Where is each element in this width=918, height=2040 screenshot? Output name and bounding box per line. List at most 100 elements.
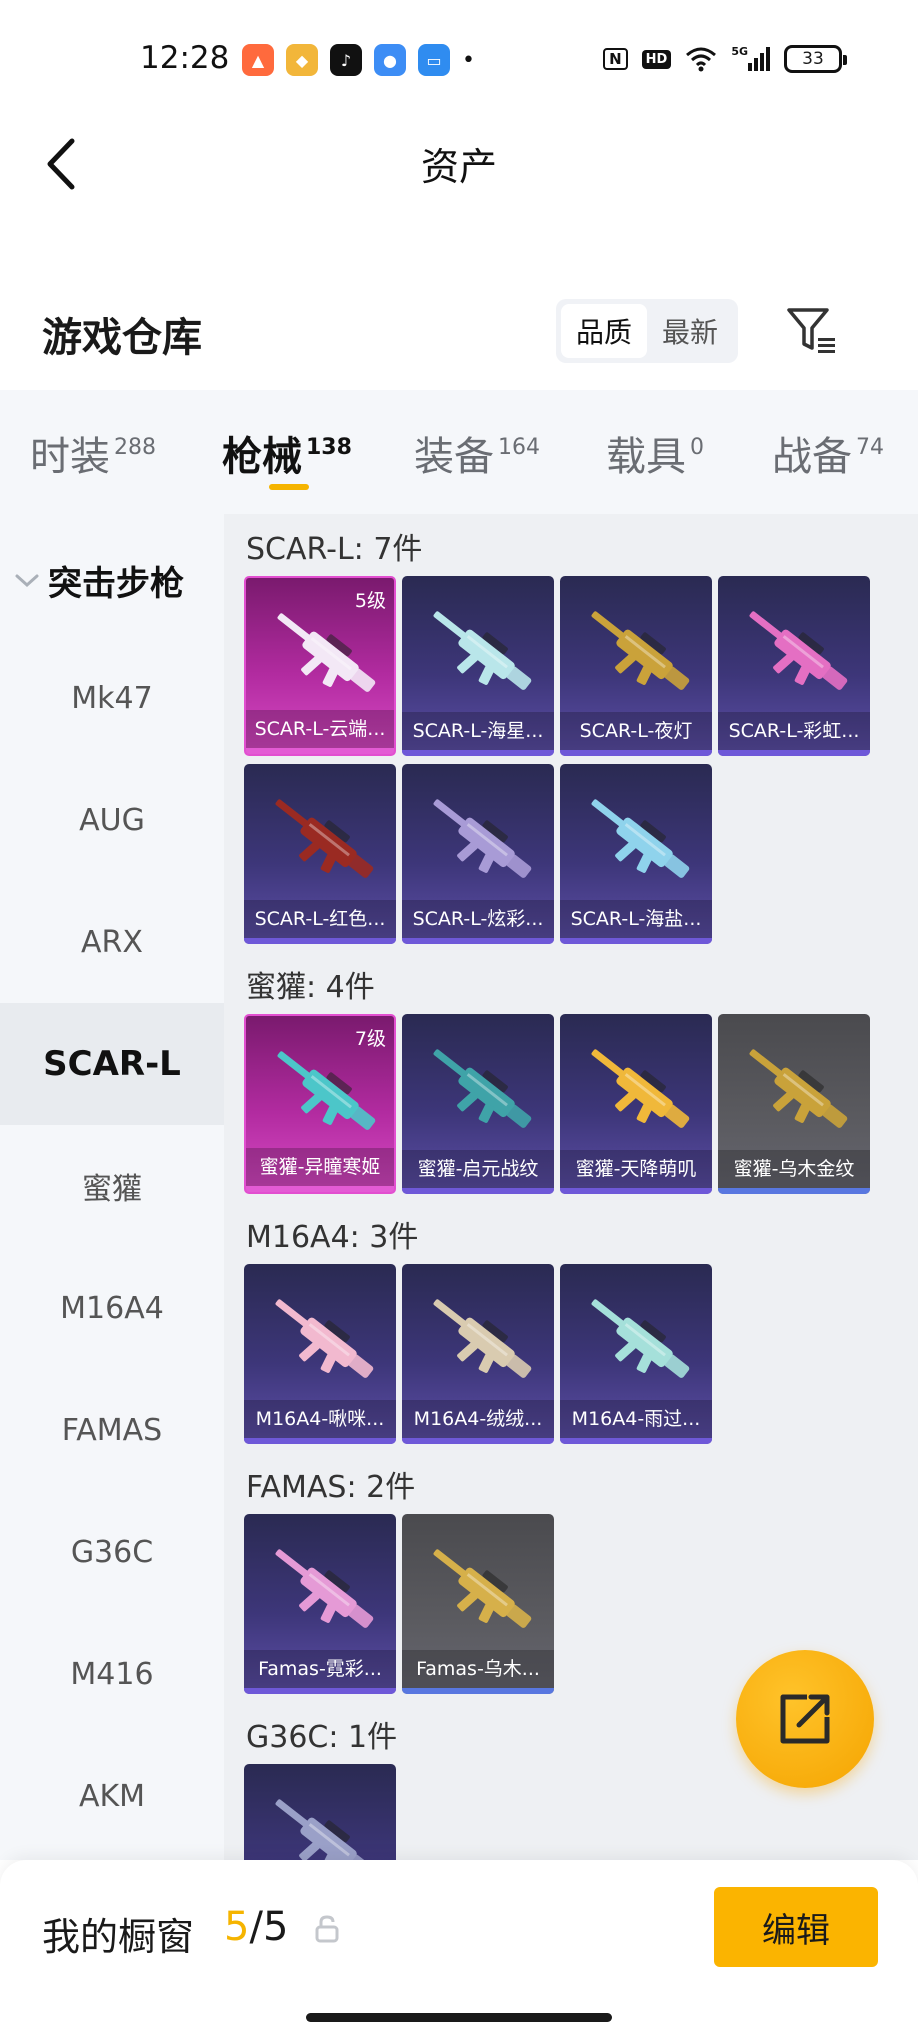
- section-title: FAMAS: 2件: [246, 1470, 416, 1505]
- lock-icon: [315, 1915, 339, 1943]
- rifle-icon: [749, 1049, 848, 1128]
- back-button[interactable]: [36, 134, 86, 194]
- sort-option-quality[interactable]: 品质: [561, 304, 647, 358]
- rifle-icon: [277, 613, 376, 692]
- rifle-icon: [275, 799, 374, 878]
- showcase-bar: 我的橱窗 5/5 编辑: [0, 1860, 918, 2040]
- weapon-skin-name: SCAR-L-海盐...: [560, 900, 712, 938]
- chevron-down-icon: [15, 574, 39, 587]
- weapon-skin-card[interactable]: SCAR-L-海星...: [402, 576, 554, 756]
- filter-icon: [787, 308, 835, 353]
- rifle-icon: [275, 1549, 374, 1628]
- weapon-skin-name: M16A4-绒绒...: [402, 1400, 554, 1438]
- weapon-skin-card[interactable]: SCAR-L-夜灯: [560, 576, 712, 756]
- weapon-skin-card[interactable]: M16A4-啾咪...: [244, 1264, 396, 1444]
- home-indicator[interactable]: [306, 2013, 612, 2022]
- rifle-icon: [591, 799, 690, 878]
- filter-button[interactable]: [784, 303, 840, 359]
- weapon-skin-card[interactable]: 蜜獾-启元战纹: [402, 1014, 554, 1194]
- weapon-skin-card[interactable]: 7级蜜獾-异瞳寒姬: [244, 1014, 396, 1194]
- weapon-skin-name: 蜜獾-启元战纹: [402, 1150, 554, 1188]
- tab-firearms[interactable]: 枪械 138: [222, 424, 352, 482]
- tab-supplies[interactable]: 战备 74: [772, 424, 884, 482]
- warehouse-title: 游戏仓库: [42, 315, 202, 361]
- weapon-skin-card[interactable]: M16A4-绒绒...: [402, 1264, 554, 1444]
- share-icon: [780, 1694, 830, 1744]
- sidebar-item-m416[interactable]: M416: [0, 1613, 224, 1735]
- weapon-skin-card[interactable]: 蜜獾-天降萌叽: [560, 1014, 712, 1194]
- weapon-skin-name: SCAR-L-炫彩...: [402, 900, 554, 938]
- cloud-icon: ●: [374, 44, 406, 76]
- level-badge: 7级: [354, 1028, 386, 1050]
- rifle-icon: [591, 1049, 690, 1128]
- weapon-skin-name: 蜜獾-异瞳寒姬: [246, 1148, 394, 1186]
- sidebar-item-honey-badger[interactable]: 蜜獾: [0, 1125, 224, 1247]
- weapon-skin-name: Famas-乌木...: [402, 1650, 554, 1688]
- wifi-icon: [685, 44, 717, 74]
- status-app-icons: ▲ ◆ ♪ ● ▭ •: [242, 44, 475, 76]
- weapon-skin-card[interactable]: SCAR-L-彩虹...: [718, 576, 870, 756]
- page-title: 资产: [420, 145, 497, 189]
- sidebar-item-g36c[interactable]: G36C: [0, 1491, 224, 1613]
- weapon-type-sidebar: 突击步枪 Mk47 AUG ARX SCAR-L 蜜獾 M16A4 FAMAS …: [0, 514, 224, 1860]
- section-title: 蜜獾: 4件: [246, 970, 375, 1005]
- rifle-icon: [277, 1051, 376, 1130]
- rifle-icon: [275, 1299, 374, 1378]
- sidebar-item-akm[interactable]: AKM: [0, 1735, 224, 1857]
- game-icon: ▲: [242, 44, 274, 76]
- rifle-icon: [749, 611, 848, 690]
- sidebar-item-m16a4[interactable]: M16A4: [0, 1247, 224, 1369]
- more-dot-icon: •: [462, 47, 475, 73]
- weapon-skin-name: SCAR-L-云端...: [246, 710, 394, 748]
- sidebar-item-famas[interactable]: FAMAS: [0, 1369, 224, 1491]
- tiktok-icon: ♪: [330, 44, 362, 76]
- weapon-skin-name: SCAR-L-海星...: [402, 712, 554, 750]
- weapon-skin-name: SCAR-L-彩虹...: [718, 712, 870, 750]
- edit-button[interactable]: 编辑: [714, 1887, 878, 1967]
- rifle-icon: [591, 1299, 690, 1378]
- section-title: SCAR-L: 7件: [246, 532, 423, 567]
- sort-toggle: 品质 最新: [556, 299, 738, 363]
- app-icon: ◆: [286, 44, 318, 76]
- rifle-icon: [433, 1299, 532, 1378]
- weapon-skin-name: M16A4-雨过...: [560, 1400, 712, 1438]
- sidebar-item-aug[interactable]: AUG: [0, 759, 224, 881]
- status-time: 12:28: [140, 40, 230, 76]
- weapon-skin-card[interactable]: SCAR-L-海盐...: [560, 764, 712, 944]
- weapon-skin-name: 蜜獾-乌木金纹: [718, 1150, 870, 1188]
- rifle-icon: [433, 611, 532, 690]
- weapon-skin-card[interactable]: 5级 SCAR-L-云端...: [244, 576, 396, 756]
- rifle-icon: [591, 611, 690, 690]
- tab-vehicles[interactable]: 载具 0: [606, 424, 704, 482]
- title-bar: 资产: [0, 122, 918, 202]
- weapon-skin-card[interactable]: SCAR-L-红色...: [244, 764, 396, 944]
- weapon-skin-name: SCAR-L-夜灯: [560, 712, 712, 750]
- sidebar-item-arx[interactable]: ARX: [0, 881, 224, 1003]
- weapon-skin-card[interactable]: SCAR-L-炫彩...: [402, 764, 554, 944]
- category-tabs: 时装 288 枪械 138 装备 164 载具 0 战备 74: [0, 390, 918, 514]
- weapon-skin-name: Famas-霓彩...: [244, 1650, 396, 1688]
- rifle-icon: [433, 1049, 532, 1128]
- status-right: N HD 5G 33: [603, 44, 847, 74]
- sidebar-item-scar-l[interactable]: SCAR-L: [0, 1003, 224, 1125]
- tab-fashion[interactable]: 时装 288: [30, 424, 156, 482]
- warehouse-header: 游戏仓库 品质 最新: [0, 285, 918, 375]
- weapon-skin-card[interactable]: Famas-乌木...: [402, 1514, 554, 1694]
- weapon-skin-name: 蜜獾-天降萌叽: [560, 1150, 712, 1188]
- rifle-icon: [433, 1549, 532, 1628]
- tab-equipment[interactable]: 装备 164: [414, 424, 540, 482]
- section-title: M16A4: 3件: [246, 1220, 419, 1255]
- signal-icon: 5G: [731, 44, 770, 74]
- showcase-count: 5/5: [224, 1904, 289, 1950]
- active-tab-indicator: [269, 484, 309, 490]
- sidebar-item-mk47[interactable]: Mk47: [0, 637, 224, 759]
- share-button[interactable]: [736, 1650, 874, 1788]
- sort-option-newest[interactable]: 最新: [647, 304, 733, 358]
- weapon-skin-card[interactable]: M16A4-雨过...: [560, 1264, 712, 1444]
- rifle-icon: [275, 1799, 374, 1860]
- weapon-skin-card[interactable]: [244, 1764, 396, 1860]
- weapon-skin-card[interactable]: 蜜獾-乌木金纹: [718, 1014, 870, 1194]
- showcase-label: 我的橱窗: [42, 1915, 195, 1959]
- weapon-skin-card[interactable]: Famas-霓彩...: [244, 1514, 396, 1694]
- sidebar-group-assault-rifle[interactable]: 突击步枪: [14, 556, 184, 605]
